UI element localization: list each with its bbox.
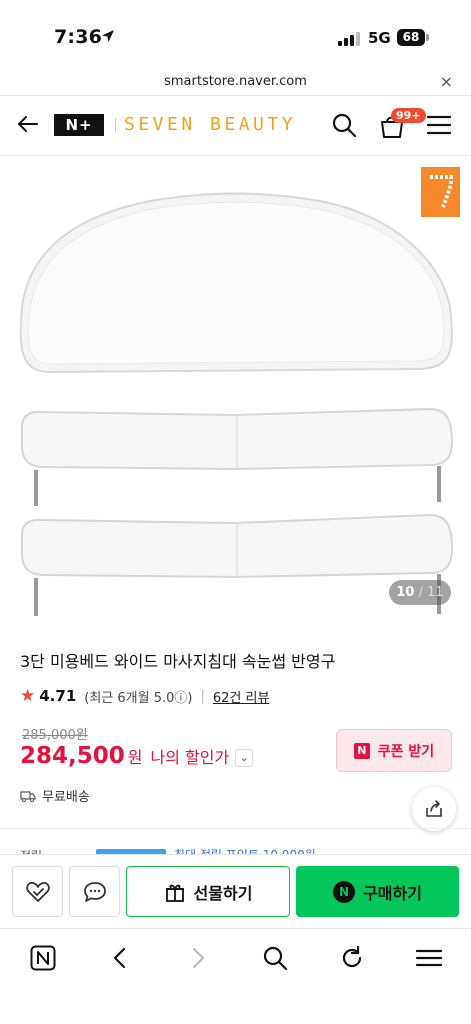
benefit-text: 최대 적립 포인트 10,000원 bbox=[174, 846, 316, 854]
pager-current: 10 bbox=[396, 585, 415, 600]
network-label: 5G bbox=[368, 29, 391, 47]
sale-price: 284,500 bbox=[20, 743, 125, 769]
cart-count-badge: 99+ bbox=[391, 108, 426, 123]
menu-icon[interactable] bbox=[426, 114, 452, 140]
buy-label: 구매하기 bbox=[363, 883, 422, 903]
forward-icon[interactable] bbox=[183, 943, 213, 973]
wishlist-button[interactable] bbox=[12, 866, 63, 917]
signal-icon bbox=[338, 31, 360, 50]
buy-button[interactable]: N 구매하기 bbox=[296, 866, 459, 917]
review-count-link[interactable]: 62건 리뷰 bbox=[213, 687, 270, 706]
naver-pay-icon: N bbox=[333, 880, 356, 903]
share-icon bbox=[426, 800, 442, 817]
battery-icon: 68 bbox=[397, 29, 425, 46]
back-icon[interactable] bbox=[105, 943, 135, 973]
purchase-action-bar: 선물하기 N 구매하기 bbox=[0, 854, 471, 928]
product-image[interactable] bbox=[0, 157, 471, 625]
status-bar: 7:36 5G 68 bbox=[0, 0, 471, 70]
battery-tip bbox=[426, 34, 429, 41]
naver-plus-logo[interactable]: N+ bbox=[54, 114, 104, 136]
pager-separator: / bbox=[418, 585, 423, 600]
benefit-label: 적립 bbox=[20, 847, 42, 854]
rating-divider: | bbox=[200, 688, 205, 704]
shipping-label: 무료배송 bbox=[42, 790, 90, 805]
url-text[interactable]: smartstore.naver.com bbox=[0, 74, 471, 89]
coupon-button[interactable]: N 쿠폰 받기 bbox=[336, 729, 452, 772]
sale-price-row: 284,500 원 나의 할인가 ⌄ bbox=[20, 743, 254, 769]
share-button[interactable] bbox=[412, 787, 456, 831]
chat-bubble-icon bbox=[83, 881, 106, 902]
header-divider bbox=[115, 118, 116, 132]
coupon-label: 쿠폰 받기 bbox=[377, 743, 435, 760]
close-icon[interactable]: × bbox=[440, 72, 453, 91]
pager-total: 11 bbox=[427, 585, 444, 600]
search-icon[interactable] bbox=[260, 943, 290, 973]
naver-home-icon[interactable] bbox=[28, 943, 58, 973]
store-header: N+ SEVEN BEAUTY 99+ bbox=[0, 96, 471, 156]
browser-bottom-nav bbox=[0, 928, 471, 1024]
chevron-down-icon[interactable]: ⌄ bbox=[235, 749, 254, 767]
rating-row: ★ 4.71 (최근 6개월 5.0ⓘ) | 62건 리뷰 bbox=[20, 686, 269, 706]
refresh-icon[interactable] bbox=[337, 943, 367, 973]
gift-label: 선물하기 bbox=[193, 883, 253, 903]
naver-n-icon: N bbox=[353, 742, 370, 759]
store-brand-name[interactable]: SEVEN BEAUTY bbox=[124, 114, 296, 135]
gift-icon bbox=[165, 884, 184, 902]
my-price-label[interactable]: 나의 할인가 bbox=[151, 744, 230, 768]
location-arrow-icon bbox=[100, 28, 116, 48]
currency-unit: 원 bbox=[127, 748, 143, 767]
original-price: 285,000원 bbox=[22, 728, 88, 743]
back-arrow-icon[interactable] bbox=[16, 112, 40, 140]
image-pager: 10 / 11 bbox=[389, 580, 451, 605]
product-title: 3단 미용베드 와이드 마사지침대 속눈썹 반영구 bbox=[20, 652, 336, 671]
star-icon: ★ bbox=[20, 686, 36, 706]
search-icon[interactable] bbox=[331, 112, 357, 142]
gift-button[interactable]: 선물하기 bbox=[126, 866, 290, 917]
benefit-row-peek: 적립 최대 적립 포인트 10,000원 bbox=[0, 828, 471, 854]
rating-score: 4.71 bbox=[39, 687, 77, 705]
talk-talk-button[interactable] bbox=[69, 866, 120, 917]
browser-url-bar[interactable]: smartstore.naver.com × bbox=[0, 70, 471, 96]
heart-check-icon bbox=[25, 881, 50, 902]
seven-logo-badge bbox=[421, 167, 460, 217]
recent-rating[interactable]: (최근 6개월 5.0ⓘ) bbox=[84, 687, 192, 706]
shipping-info: 무료배송 bbox=[20, 786, 90, 805]
status-time: 7:36 bbox=[54, 26, 103, 48]
truck-icon bbox=[20, 790, 36, 802]
menu-icon[interactable] bbox=[414, 943, 444, 973]
